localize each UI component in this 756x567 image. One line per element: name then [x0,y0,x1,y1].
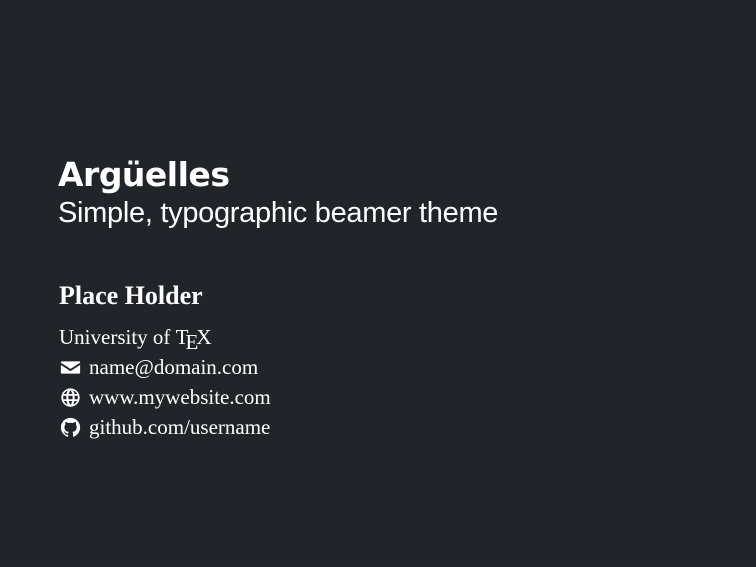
institution-line: University of TEX [59,322,271,354]
tex-logo-e: E [185,330,199,354]
author-name: Place Holder [59,281,203,310]
presentation-title: Argüelles [58,155,230,194]
email-link[interactable]: name@domain.com [89,352,258,382]
title-block: Argüelles Simple, typographic beamer the… [58,154,498,230]
github-link[interactable]: github.com/username [89,412,270,442]
tex-logo-x: X [196,325,212,349]
website-line: www.mywebsite.com [59,382,271,412]
title-slide: Argüelles Simple, typographic beamer the… [0,0,756,567]
envelope-icon [59,356,81,378]
website-link[interactable]: www.mywebsite.com [89,382,271,412]
presentation-subtitle: Simple, typographic beamer theme [58,197,499,229]
github-line: github.com/username [59,412,271,442]
github-icon [59,416,81,438]
tex-logo: TEX [176,322,212,354]
email-line: name@domain.com [59,352,271,382]
author-block: Place Holder University of TEX name@doma… [59,278,271,442]
globe-icon [59,386,81,408]
institution-prefix: University of [59,325,176,349]
